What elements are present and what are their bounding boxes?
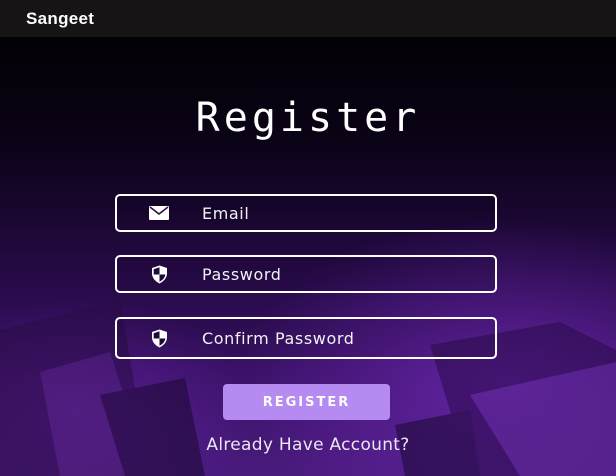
app-title: Sangeet xyxy=(26,8,95,28)
password-input[interactable] xyxy=(202,264,482,284)
register-screen: Sangeet Register Email REGISTER Already … xyxy=(0,0,616,476)
register-button[interactable]: REGISTER xyxy=(223,384,390,420)
register-form: Register Email REGISTER Already Have Acc… xyxy=(0,0,616,476)
mail-icon xyxy=(149,203,169,223)
password-field[interactable] xyxy=(115,255,497,293)
confirm-password-field[interactable] xyxy=(115,317,497,359)
already-have-account-link[interactable]: Already Have Account? xyxy=(0,435,616,455)
email-input[interactable] xyxy=(202,203,482,223)
shield-icon xyxy=(149,264,169,284)
confirm-password-input[interactable] xyxy=(202,328,482,348)
email-field[interactable] xyxy=(115,194,497,232)
app-bar: Sangeet xyxy=(0,0,616,37)
page-title: Register xyxy=(195,95,421,141)
shield-icon xyxy=(149,328,169,348)
